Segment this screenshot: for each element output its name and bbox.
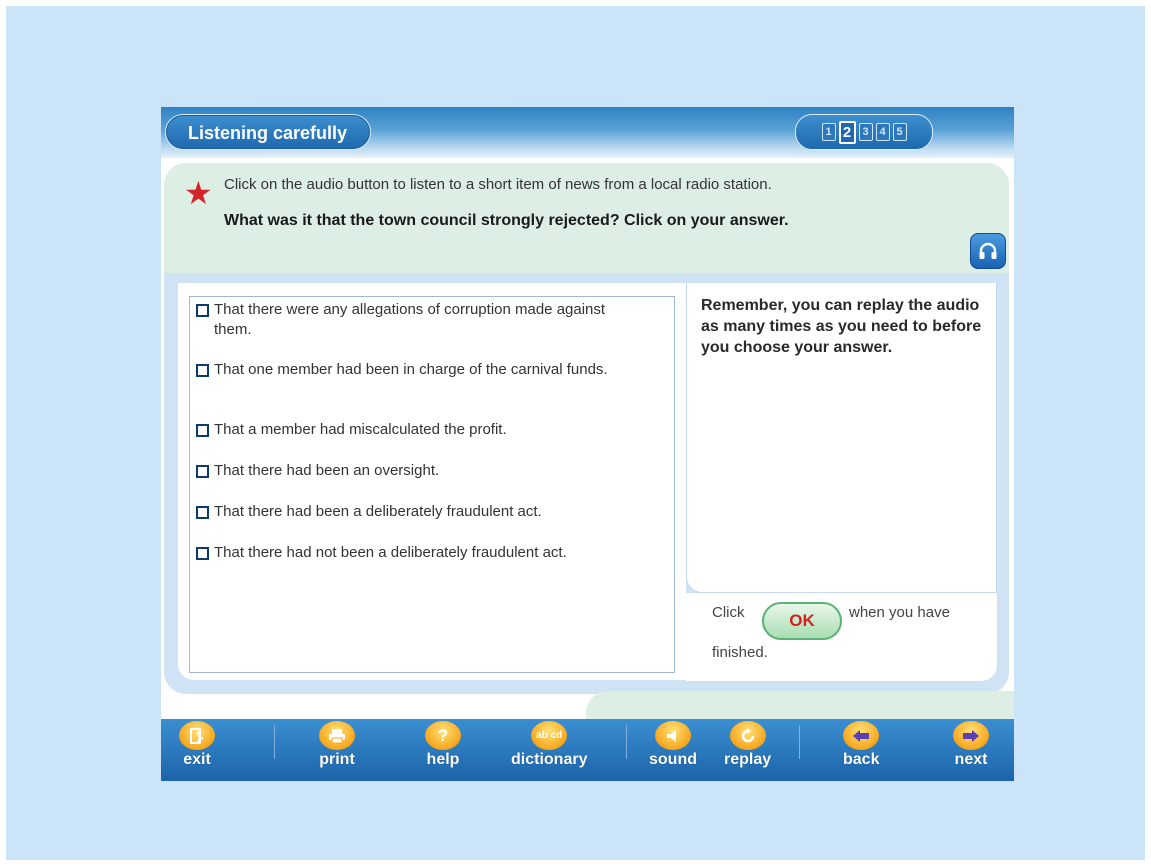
tip-box: Remember, you can replay the audio as ma…	[686, 283, 997, 593]
dictionary-button[interactable]: ab cd dictionary	[511, 721, 587, 769]
back-label: back	[843, 751, 880, 768]
exit-icon	[179, 721, 215, 750]
click-label: Click	[712, 604, 745, 621]
answer-option-4[interactable]: That there had been an oversight.	[196, 461, 636, 481]
replay-label: replay	[724, 751, 772, 768]
next-button[interactable]: next	[953, 721, 989, 769]
back-button[interactable]: back	[843, 721, 879, 769]
answer-option-1[interactable]: That there were any allegations of corru…	[196, 300, 636, 340]
speaker-icon	[655, 721, 691, 750]
star-icon: ★	[184, 175, 213, 211]
arrow-left-icon	[843, 721, 880, 750]
answer-label: That there were any allegations of corru…	[214, 301, 606, 338]
help-label: help	[426, 751, 460, 768]
answer-label: That a member had miscalculated the prof…	[214, 421, 507, 438]
page-button-1[interactable]: 1	[821, 123, 836, 141]
tip-text: Remember, you can replay the audio as ma…	[701, 297, 982, 356]
exit-label: exit	[183, 751, 211, 768]
question-mark-icon: ?	[425, 721, 461, 750]
when-label: when you have	[849, 604, 950, 621]
header-bar: Listening carefully 1 2 3 4 5	[161, 107, 1014, 158]
bottom-toolbar: exit print ? help ab cd dictionary sound…	[161, 719, 1014, 781]
sound-button[interactable]: sound	[649, 721, 697, 769]
answer-label: That one member had been in charge of th…	[214, 361, 608, 378]
checkbox-icon[interactable]	[196, 465, 209, 478]
answer-option-5[interactable]: That there had been a deliberately fraud…	[196, 502, 636, 522]
finished-label: finished.	[712, 644, 768, 661]
app-window: Listening carefully 1 2 3 4 5 ★ Click on…	[161, 107, 1014, 781]
help-button[interactable]: ? help	[425, 721, 461, 769]
answer-option-3[interactable]: That a member had miscalculated the prof…	[196, 420, 636, 440]
instruction-text: Click on the audio button to listen to a…	[224, 176, 772, 193]
page-button-3[interactable]: 3	[858, 123, 873, 141]
arrow-right-icon	[953, 721, 989, 750]
toolbar-divider	[274, 725, 275, 759]
dictionary-icon: ab cd	[531, 721, 568, 750]
dictionary-label: dictionary	[511, 751, 588, 768]
replay-icon	[729, 721, 766, 750]
answer-label: That there had been a deliberately fraud…	[214, 503, 542, 520]
answer-label: That there had been an oversight.	[214, 462, 440, 479]
sound-label: sound	[649, 751, 697, 768]
tip-panel: Remember, you can replay the audio as ma…	[686, 283, 999, 681]
page-background: Listening carefully 1 2 3 4 5 ★ Click on…	[6, 6, 1145, 860]
answer-option-6[interactable]: That there had not been a deliberately f…	[196, 543, 636, 563]
replay-button[interactable]: replay	[724, 721, 771, 769]
checkbox-icon[interactable]	[196, 506, 209, 519]
headphones-icon	[979, 242, 997, 259]
checkbox-icon[interactable]	[196, 304, 209, 317]
printer-icon	[319, 721, 355, 750]
answer-option-2[interactable]: That one member had been in charge of th…	[196, 360, 636, 380]
page-navigator: 1 2 3 4 5	[795, 114, 933, 150]
page-button-5[interactable]: 5	[892, 123, 907, 141]
print-label: print	[319, 751, 355, 768]
question-text: What was it that the town council strong…	[224, 212, 789, 229]
checkbox-icon[interactable]	[196, 547, 209, 560]
checkbox-icon[interactable]	[196, 364, 209, 377]
print-button[interactable]: print	[319, 721, 355, 769]
instruction-panel: ★ Click on the audio button to listen to…	[164, 163, 1009, 277]
toolbar-divider	[626, 725, 627, 759]
audio-button[interactable]	[970, 233, 1006, 269]
page-title: Listening carefully	[165, 114, 371, 150]
finish-box: Click OK when you have finished.	[686, 593, 997, 681]
main-content: That there were any allegations of corru…	[164, 273, 1009, 694]
answer-list: That there were any allegations of corru…	[189, 296, 675, 673]
exit-button[interactable]: exit	[179, 721, 215, 769]
page-button-2[interactable]: 2	[838, 120, 856, 144]
page-button-4[interactable]: 4	[875, 123, 890, 141]
next-label: next	[954, 751, 988, 768]
answer-label: That there had not been a deliberately f…	[214, 544, 567, 561]
checkbox-icon[interactable]	[196, 424, 209, 437]
ok-button[interactable]: OK	[762, 602, 842, 640]
toolbar-divider	[799, 725, 800, 759]
answers-panel: That there were any allegations of corru…	[178, 283, 687, 680]
